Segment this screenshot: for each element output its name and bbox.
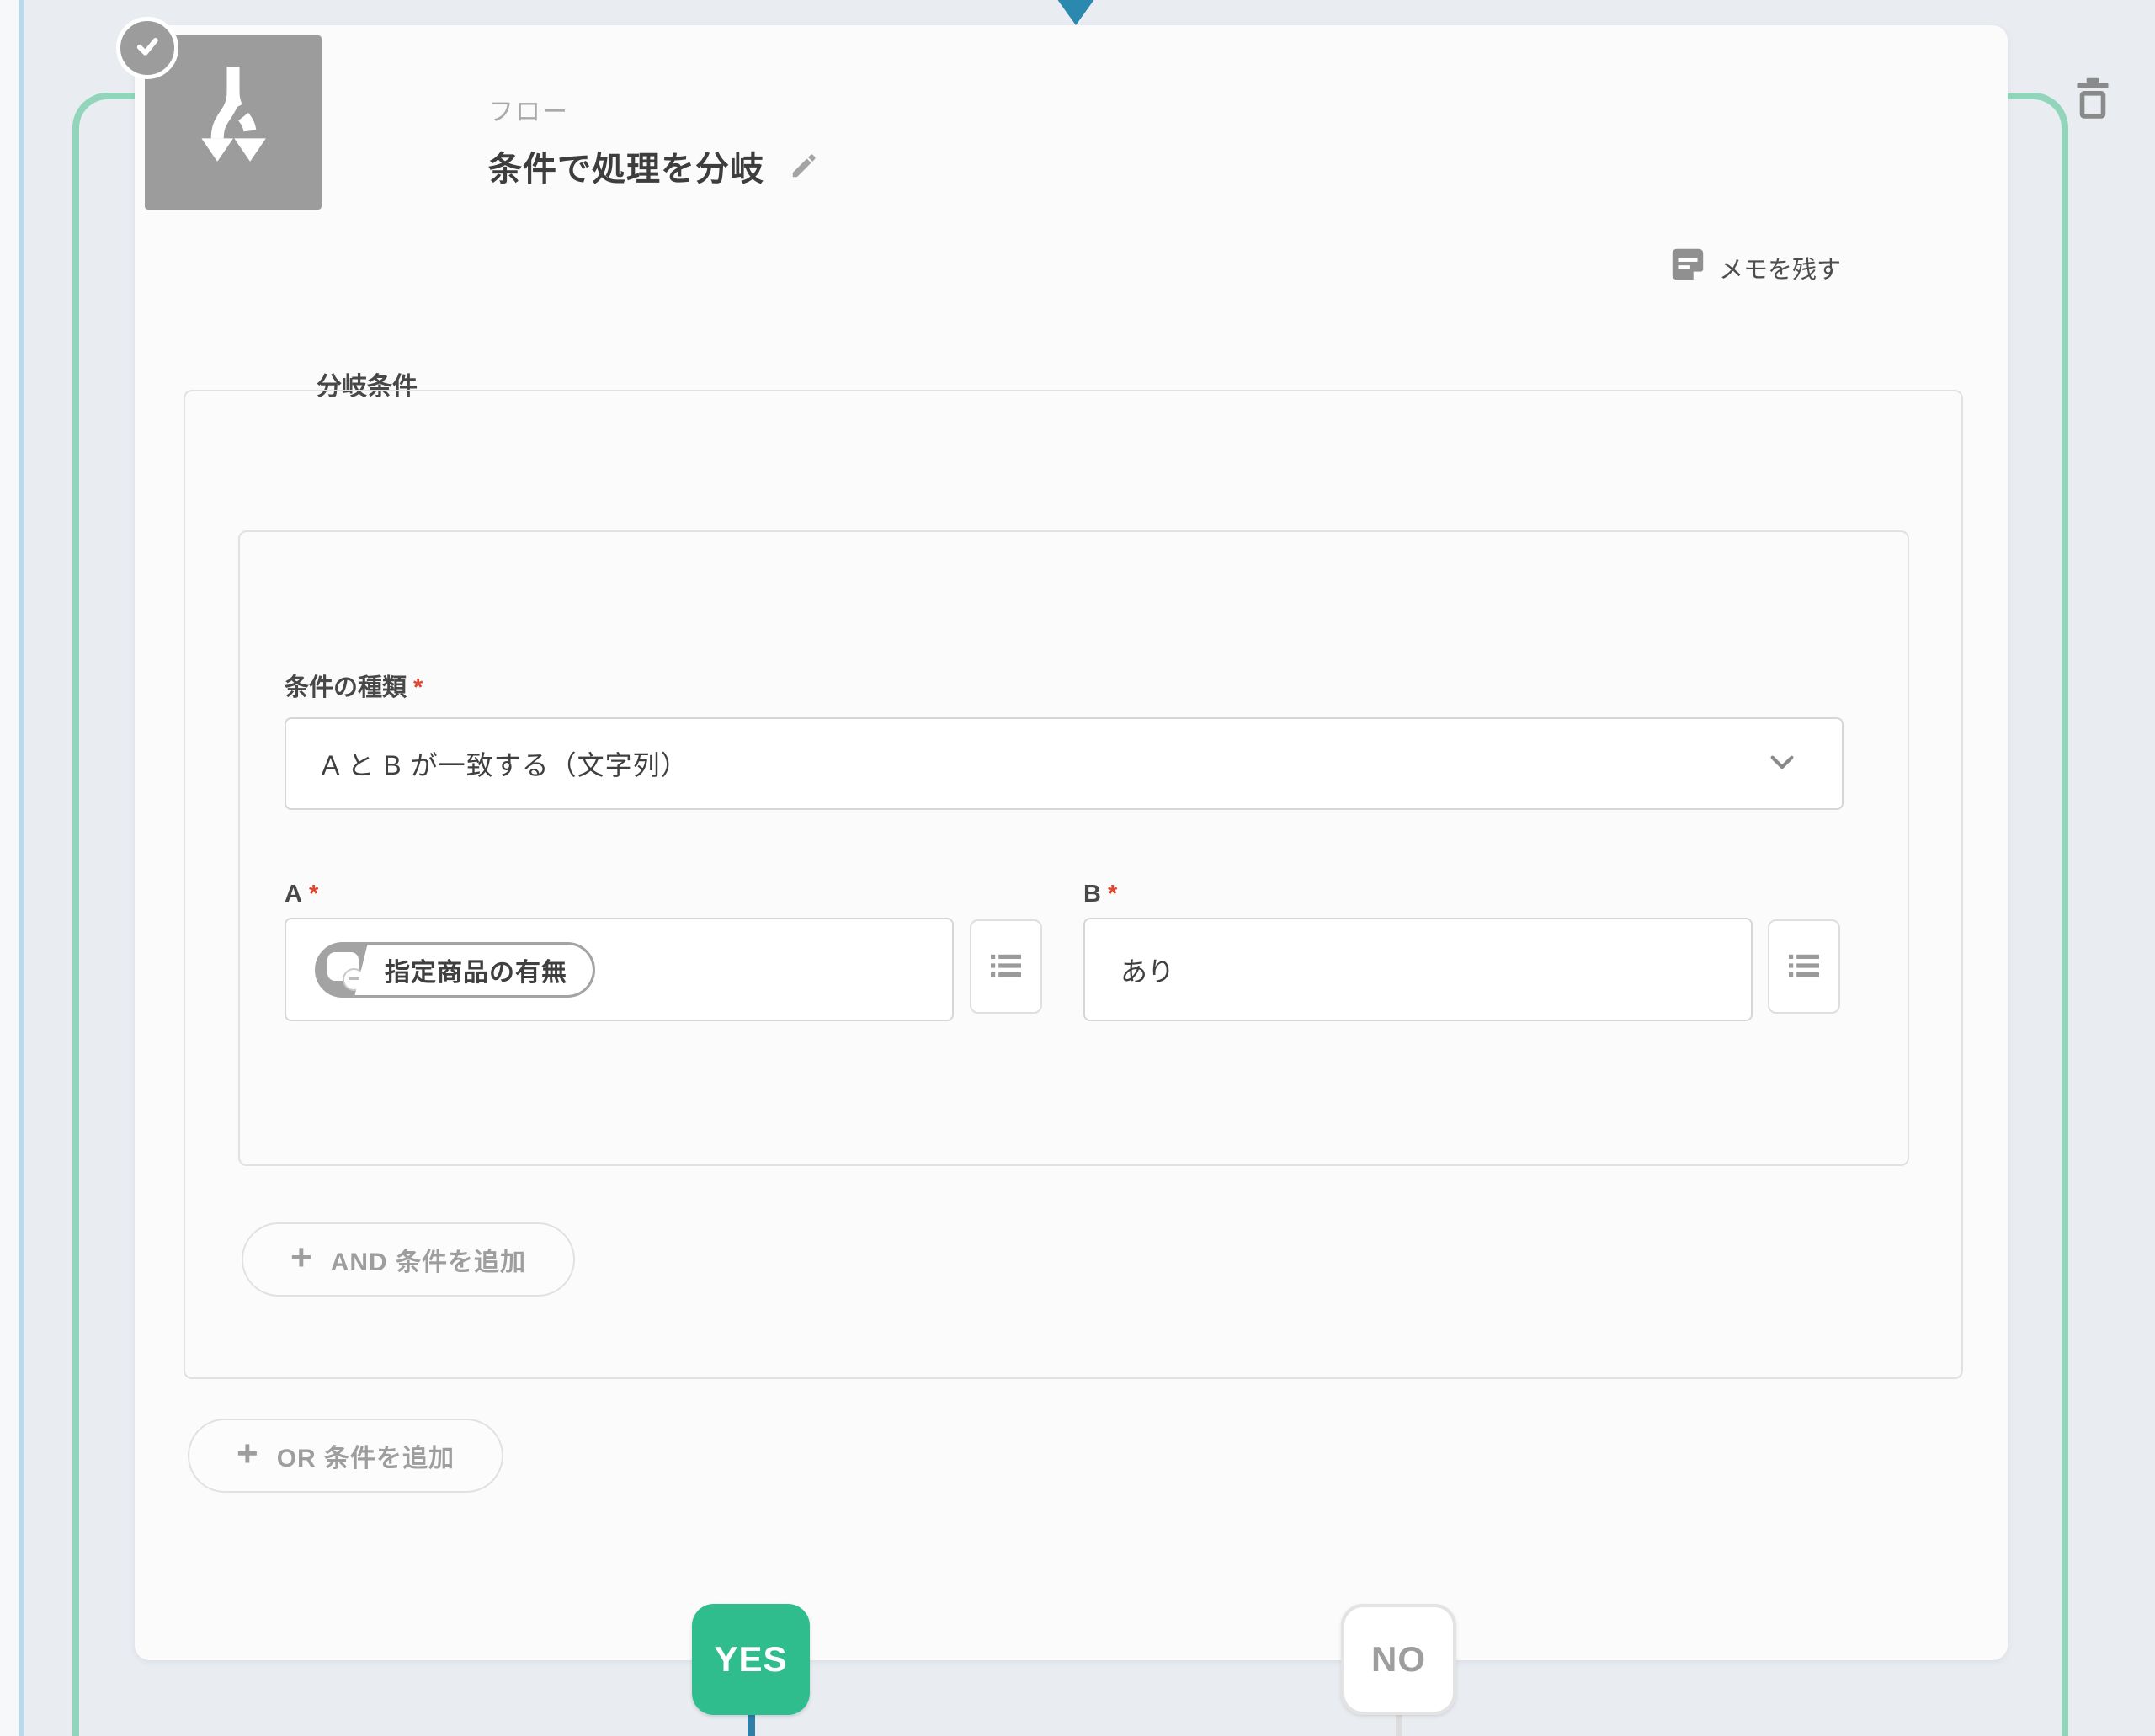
field-b-input[interactable]: あり	[1083, 918, 1753, 1021]
required-asterisk: *	[413, 674, 423, 701]
field-a-variable-tag[interactable]: 指定商品の有無	[315, 941, 595, 998]
field-a-label-text: A	[285, 881, 302, 908]
field-a-input[interactable]: 指定商品の有無	[285, 918, 954, 1021]
node-title: 条件で処理を分岐	[488, 151, 764, 188]
condition-type-select[interactable]: A と B が一致する（文字列）	[285, 717, 1844, 810]
edit-title-button[interactable]	[786, 147, 823, 184]
flow-canvas: フロー 条件で処理を分岐 メモを残す 分岐条件 条件の種類 * A と B が一…	[0, 0, 2155, 1736]
variable-tag-label: 指定商品の有無	[385, 958, 567, 987]
field-a-required-asterisk: *	[308, 881, 319, 908]
field-a-variable-list-button[interactable]	[970, 919, 1042, 1014]
add-and-condition-button[interactable]: + AND 条件を追加	[242, 1222, 576, 1297]
add-memo-button[interactable]: メモを残す	[1668, 246, 1841, 290]
incoming-connector-arrow-icon	[1051, 0, 1101, 25]
memo-label: メモを残す	[1718, 257, 1841, 284]
trash-icon	[2071, 74, 2115, 124]
pencil-icon	[789, 149, 821, 184]
field-a-label: A *	[285, 881, 318, 908]
add-and-condition-label: AND 条件を追加	[330, 1249, 527, 1276]
check-icon	[130, 29, 164, 67]
and-condition-row	[238, 530, 1909, 1166]
memo-icon	[1668, 245, 1707, 290]
condition-type-label-text: 条件の種類	[285, 674, 407, 701]
add-or-condition-label: OR 条件を追加	[276, 1445, 455, 1472]
no-connector-line	[1396, 1714, 1402, 1736]
add-or-condition-button[interactable]: + OR 条件を追加	[188, 1419, 504, 1493]
node-type-label: フロー	[488, 99, 569, 126]
field-b-label: B *	[1083, 881, 1117, 908]
field-b-value: あり	[1120, 956, 1175, 987]
list-icon	[986, 945, 1026, 988]
yes-connector-line	[748, 1714, 755, 1736]
canvas-left-strip	[0, 0, 19, 1736]
delete-node-button[interactable]	[2067, 72, 2118, 125]
node-status-badge	[116, 17, 178, 79]
field-b-required-asterisk: *	[1107, 881, 1118, 908]
chevron-down-icon	[1764, 744, 1800, 784]
no-branch-button[interactable]: NO	[1341, 1604, 1456, 1715]
field-b-label-text: B	[1083, 881, 1101, 908]
condition-type-selected-value: A と B が一致する（文字列）	[322, 750, 689, 780]
yes-branch-button[interactable]: YES	[692, 1604, 810, 1715]
field-b-variable-list-button[interactable]	[1768, 919, 1840, 1014]
condition-type-label: 条件の種類 *	[285, 668, 423, 703]
split-arrows-icon	[180, 62, 286, 183]
list-icon	[1784, 945, 1824, 988]
outer-branch-rail	[19, 0, 24, 1736]
